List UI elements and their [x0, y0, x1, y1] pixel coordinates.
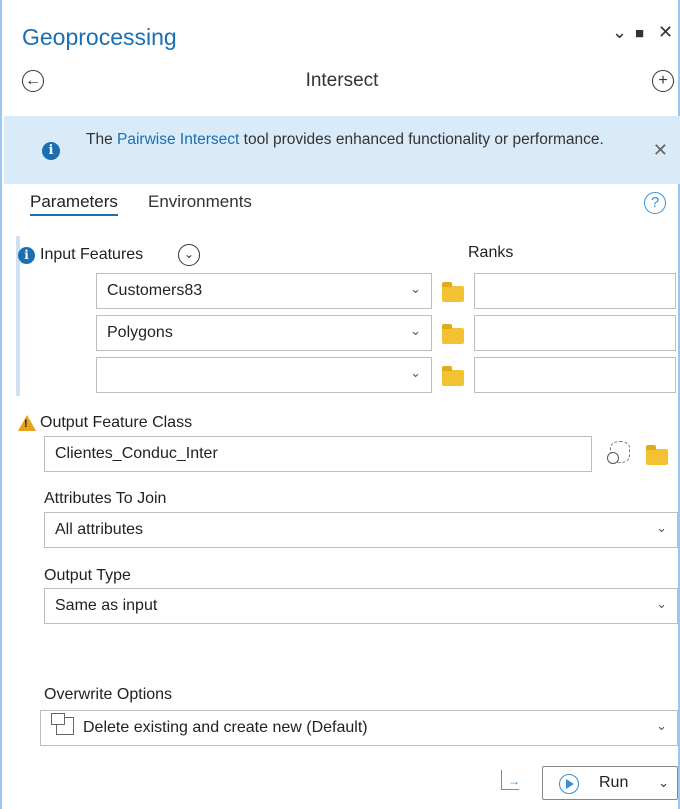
play-icon: [559, 774, 579, 794]
output-feature-class-label: Output Feature Class: [40, 414, 193, 431]
attributes-to-join-label: Attributes To Join: [44, 490, 167, 507]
parameter-info-icon: i: [18, 247, 35, 264]
attributes-to-join-dropdown[interactable]: All attributes ⌄: [44, 512, 678, 548]
geoprocessing-pane: Geoprocessing ⌄ ■ ✕ Intersect ← + i The …: [0, 0, 680, 809]
input-feature-dropdown[interactable]: Customers83 ⌄: [96, 273, 432, 309]
chevron-down-icon: ⌄: [410, 281, 421, 296]
ranks-label: Ranks: [468, 244, 514, 261]
run-label: Run: [599, 774, 629, 791]
back-icon[interactable]: ←: [22, 70, 44, 92]
maximize-icon[interactable]: ■: [635, 25, 644, 42]
info-banner: i The Pairwise Intersect tool provides e…: [4, 116, 680, 184]
overwrite-options-dropdown[interactable]: Delete existing and create new (Default)…: [40, 710, 678, 746]
banner-close-icon[interactable]: ✕: [653, 140, 668, 161]
tab-environments[interactable]: Environments: [148, 192, 252, 212]
chevron-down-icon: ⌄: [410, 323, 421, 338]
expand-icon[interactable]: ⌄: [178, 244, 200, 266]
input-feature-dropdown[interactable]: ⌄: [96, 357, 432, 393]
chevron-down-icon: ⌄: [656, 718, 667, 733]
tab-parameters[interactable]: Parameters: [30, 192, 118, 216]
output-feature-class-value: Clientes_Conduc_Inter: [55, 445, 218, 462]
input-feature-value: Customers83: [107, 282, 203, 299]
input-features-label: Input Features: [40, 246, 144, 263]
run-button[interactable]: Run ⌄: [542, 766, 678, 800]
output-type-dropdown[interactable]: Same as input ⌄: [44, 588, 678, 624]
open-history-icon[interactable]: [501, 770, 520, 790]
tool-title: Intersect: [305, 70, 379, 91]
info-icon: i: [42, 142, 60, 160]
chevron-down-icon: ⌄: [656, 596, 667, 611]
add-icon[interactable]: +: [652, 70, 674, 92]
banner-text-before: The: [86, 131, 118, 148]
overwrite-options-label: Overwrite Options: [44, 686, 173, 703]
pairwise-intersect-link[interactable]: Pairwise Intersect: [117, 131, 239, 148]
output-feature-class-input[interactable]: Clientes_Conduc_Inter: [44, 436, 592, 472]
warning-icon: !: [18, 415, 36, 431]
attributes-to-join-value: All attributes: [55, 521, 144, 538]
pane-titlebar: Geoprocessing ⌄ ■ ✕: [2, 0, 680, 58]
chevron-down-icon: ⌄: [656, 520, 667, 535]
pane-title: Geoprocessing: [22, 24, 177, 50]
output-type-value: Same as input: [55, 597, 158, 614]
input-feature-value: Polygons: [107, 324, 173, 341]
overwrite-options-value: Delete existing and create new (Default): [83, 719, 368, 736]
input-feature-dropdown[interactable]: Polygons ⌄: [96, 315, 432, 351]
database-icon[interactable]: [607, 441, 630, 464]
collapse-icon[interactable]: ⌄: [612, 22, 627, 43]
rank-input[interactable]: [474, 273, 676, 309]
browse-folder-icon[interactable]: [442, 366, 464, 386]
tool-nav: Intersect ← +: [2, 62, 680, 102]
banner-text-after: tool provides enhanced functionality or …: [239, 131, 604, 148]
run-dropdown-chevron-icon[interactable]: ⌄: [658, 775, 669, 791]
help-icon[interactable]: ?: [644, 192, 666, 214]
output-type-label: Output Type: [44, 567, 131, 584]
browse-folder-icon[interactable]: [442, 282, 464, 302]
browse-folder-icon[interactable]: [442, 324, 464, 344]
rank-input[interactable]: [474, 357, 676, 393]
banner-message: The Pairwise Intersect tool provides enh…: [86, 129, 626, 150]
overwrite-icon: [51, 713, 74, 735]
browse-folder-icon[interactable]: [646, 445, 668, 465]
rank-input[interactable]: [474, 315, 676, 351]
close-pane-icon[interactable]: ✕: [658, 22, 673, 43]
chevron-down-icon: ⌄: [410, 365, 421, 380]
